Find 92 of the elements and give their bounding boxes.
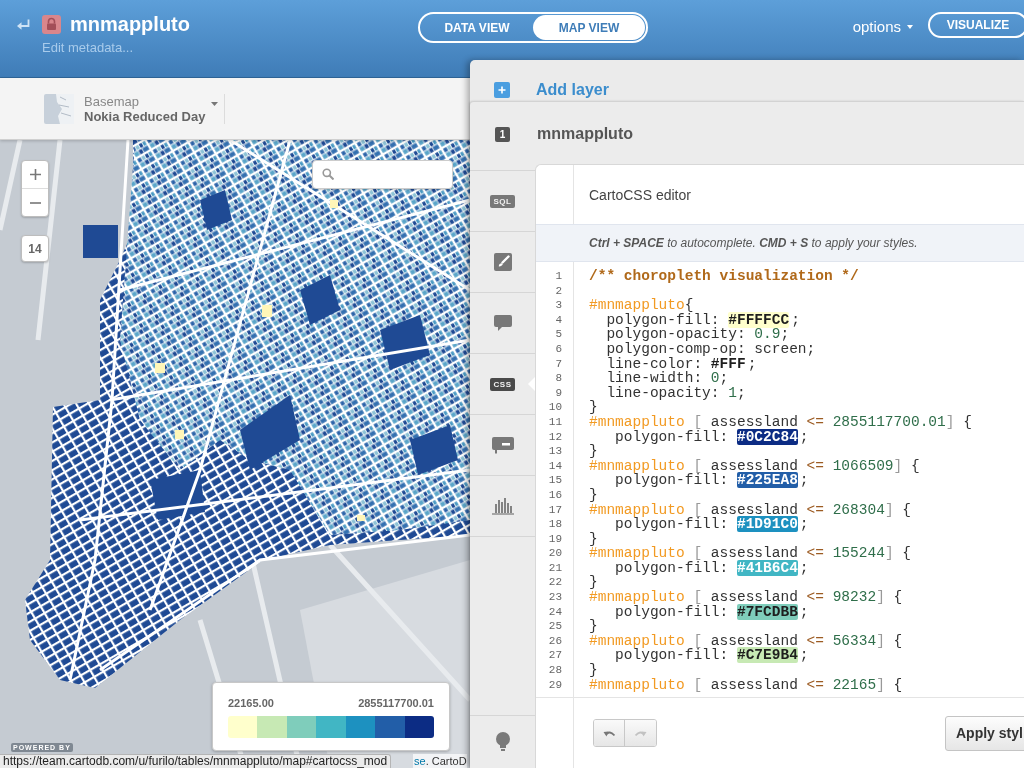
- line-number: 2: [554, 283, 563, 299]
- line-number: 9: [554, 385, 563, 401]
- line-number: 7: [554, 356, 563, 372]
- search-field[interactable]: [312, 160, 453, 189]
- add-layer-link[interactable]: Add layer: [536, 79, 609, 100]
- line-number: 17: [547, 502, 563, 518]
- code-line: polygon-comp-op: screen;: [605, 341, 816, 357]
- line-number: 1: [554, 269, 563, 284]
- code-line: polygon-fill: #C7E9B4;: [615, 648, 809, 664]
- card-icon: [491, 436, 514, 454]
- line-number: 18: [547, 517, 563, 532]
- layer-index-badge: 1: [495, 126, 510, 142]
- line-number: 19: [547, 531, 563, 547]
- line-number: 3: [554, 298, 563, 313]
- line-number: 27: [547, 648, 563, 664]
- code-line: #mnmappluto{: [589, 298, 694, 313]
- attribution-text: se. CartoD: [413, 754, 467, 768]
- editor-hint: Ctrl + SPACE to autocomplete. CMD + S to apply your styles.: [589, 235, 918, 251]
- minus-icon: [29, 201, 41, 204]
- page-title: mnmappluto: [70, 12, 190, 36]
- line-number: 16: [547, 487, 563, 503]
- zoom-level: 14: [21, 235, 49, 262]
- editor-title: CartoCSS editor: [589, 185, 691, 204]
- line-number: 26: [547, 633, 563, 649]
- line-number: 10: [547, 400, 563, 415]
- code-line: polygon-fill: #FFFFCC;: [606, 312, 800, 328]
- attribution-link[interactable]: se: [414, 755, 426, 767]
- code-line: polygon-fill: #41B6C4;: [615, 560, 809, 576]
- code-line: polygon-fill: #0C2C84;: [615, 429, 809, 445]
- view-tab[interactable]: DATA VIEW: [421, 15, 533, 40]
- plus-icon: [29, 169, 41, 180]
- code-line: #mnmappluto [ assessland <= 1066509] {: [589, 458, 920, 474]
- line-number: 23: [547, 590, 563, 605]
- code-line: line-color: #FFF;: [605, 356, 757, 372]
- edit-metadata-link[interactable]: Edit metadata...: [42, 40, 134, 56]
- legend-min-label: 22165.00: [228, 697, 274, 710]
- code-line: polygon-fill: #1D91C0;: [615, 517, 809, 532]
- line-number: 24: [547, 604, 563, 620]
- code-line: #mnmappluto [ assessland <= 56334] {: [589, 633, 903, 649]
- bar-chart-icon: [491, 497, 514, 515]
- basemap-label: Basemap: [84, 93, 140, 109]
- line-number: 12: [547, 429, 563, 445]
- line-number: 4: [554, 312, 563, 328]
- code-line: #mnmappluto [ assessland <= 98232] {: [589, 590, 903, 605]
- code-line: }: [589, 619, 598, 634]
- line-number: 15: [547, 473, 563, 488]
- brush-icon: [493, 253, 512, 271]
- plus-icon[interactable]: [494, 81, 510, 98]
- line-number: 20: [547, 546, 563, 561]
- basemap-thumbnail[interactable]: [44, 93, 74, 124]
- code-line: #mnmappluto [ assessland <= 268304] {: [589, 502, 911, 518]
- code-line: polygon-fill: #7FCDBB;: [615, 604, 809, 620]
- code-line: #mnmappluto [ assessland <= 2855117700.01] {: [589, 414, 972, 430]
- visualize-button[interactable]: VISUALIZE: [928, 12, 1024, 38]
- code-line: }: [589, 400, 598, 415]
- line-number: 21: [547, 560, 563, 576]
- options-menu[interactable]: options: [852, 18, 913, 36]
- line-number: 8: [554, 371, 563, 386]
- code-line: }: [589, 663, 598, 678]
- lightbulb-icon[interactable]: [494, 732, 511, 752]
- code-line: polygon-opacity: 0.9;: [605, 327, 790, 342]
- search-icon: [322, 168, 334, 180]
- layer-name[interactable]: mnmappluto: [537, 124, 633, 144]
- code-line: #mnmappluto [ assessland <= 155244] {: [589, 546, 911, 561]
- line-number: 14: [547, 458, 563, 474]
- line-number: 6: [554, 341, 563, 357]
- apply-style-button[interactable]: Apply styl: [945, 715, 1024, 751]
- caret-icon[interactable]: [211, 102, 219, 106]
- code-line: }: [589, 575, 598, 591]
- status-bar: https://team.cartodb.com/u/furilo/tables/mnmappluto/map#cartocss_mod: [0, 754, 392, 768]
- undo-button[interactable]: [594, 720, 625, 746]
- code-line: polygon-fill: #225EA8;: [615, 473, 809, 488]
- back-arrow-icon[interactable]: [17, 18, 30, 30]
- line-number: 13: [547, 444, 563, 459]
- basemap-name[interactable]: Nokia Reduced Day: [84, 108, 206, 124]
- line-number: 29: [547, 677, 563, 693]
- legend-max-label: 2855117700.01: [358, 697, 434, 710]
- code-line: /** choropleth visualization */: [589, 269, 859, 284]
- speech-bubble-icon: [492, 314, 513, 332]
- code-line: }: [589, 487, 598, 503]
- code-line: }: [589, 444, 598, 459]
- line-number: 28: [547, 663, 563, 678]
- code-line: #mnmappluto [ assessland <= 22165] {: [589, 677, 903, 693]
- line-number: 25: [547, 619, 563, 634]
- line-number: 5: [554, 327, 563, 342]
- code-line: line-opacity: 1;: [605, 385, 746, 401]
- code-line: }: [589, 531, 598, 547]
- line-number: 22: [547, 575, 563, 591]
- line-number: 11: [547, 414, 563, 430]
- code-line: line-width: 0;: [605, 371, 729, 386]
- caret-icon: [907, 25, 913, 29]
- view-tab[interactable]: MAP VIEW: [533, 15, 645, 40]
